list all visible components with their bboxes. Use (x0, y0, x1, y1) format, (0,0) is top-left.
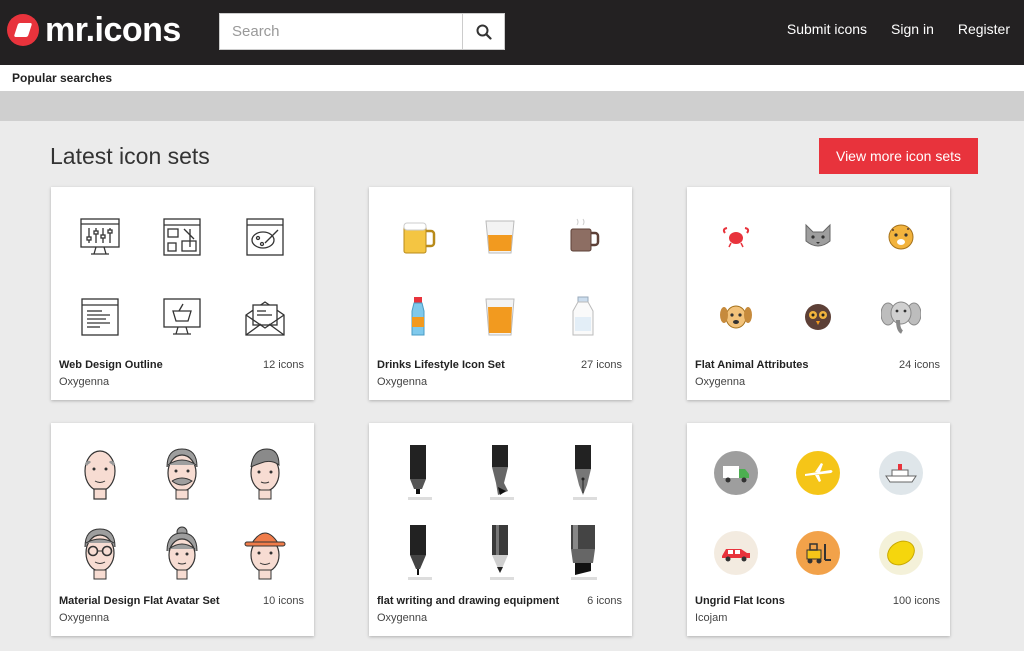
icon-preview-grid (59, 433, 306, 593)
fountain-pen-icon (572, 445, 597, 500)
juice-glass-icon (485, 298, 516, 336)
icon-set-card[interactable]: flat writing and drawing equipment 6 ico… (369, 423, 632, 636)
header-nav: Submit icons Sign in Register (787, 20, 1010, 38)
icon-set-card[interactable]: Drinks Lifestyle Icon Set 27 icons Oxyge… (369, 187, 632, 400)
forklift-icon (796, 531, 841, 575)
icon-preview-grid (695, 433, 942, 593)
card-author[interactable]: Oxygenna (695, 376, 745, 388)
card-title[interactable]: flat writing and drawing equipment (377, 595, 559, 607)
site-logo[interactable]: mr.icons (7, 12, 181, 48)
card-title[interactable]: Web Design Outline (59, 359, 163, 371)
search-box (219, 13, 505, 50)
icon-count: 12 icons (263, 359, 304, 371)
elephant-icon (880, 301, 921, 334)
coffee-mug-icon (570, 218, 600, 252)
card-title[interactable]: Material Design Flat Avatar Set (59, 595, 220, 607)
icon-set-card[interactable]: Flat Animal Attributes 24 icons Oxygenna (687, 187, 950, 400)
icon-set-card[interactable]: Material Design Flat Avatar Set 10 icons… (51, 423, 314, 636)
page-title: Latest icon sets (50, 143, 210, 169)
card-author[interactable]: Oxygenna (377, 376, 427, 388)
email-envelope-icon (245, 301, 285, 336)
icon-preview-grid (59, 197, 306, 357)
monitor-basket-icon (163, 298, 202, 335)
browser-wireframe-icon (163, 218, 202, 256)
marker-icon (408, 445, 433, 500)
card-author[interactable]: Icojam (695, 612, 727, 624)
ship-icon (878, 451, 923, 495)
icon-preview-grid (377, 197, 624, 357)
brush-pen-icon (490, 445, 515, 500)
search-input[interactable] (220, 14, 462, 49)
milk-bottle-icon (572, 296, 594, 336)
dog-icon (720, 305, 753, 329)
logo-text: mr.icons (45, 11, 181, 49)
fineliner-icon (408, 525, 433, 580)
bald-man-avatar-icon (84, 450, 116, 500)
monitor-sliders-icon (80, 218, 120, 255)
cheetah-icon (888, 224, 914, 250)
search-button[interactable] (462, 14, 504, 49)
view-more-icon-sets-button[interactable]: View more icon sets (819, 138, 978, 174)
popular-searches-label[interactable]: Popular searches (12, 71, 112, 85)
icon-set-card[interactable]: Ungrid Flat Icons 100 icons Icojam (687, 423, 950, 636)
whisky-glass-icon (485, 220, 516, 254)
popular-searches-tags-band (0, 91, 1024, 121)
card-title[interactable]: Ungrid Flat Icons (695, 595, 785, 607)
icon-count: 10 icons (263, 595, 304, 607)
soda-bottle-icon (411, 297, 425, 336)
register-link[interactable]: Register (958, 20, 1010, 38)
sign-in-link[interactable]: Sign in (891, 20, 934, 38)
card-author[interactable]: Oxygenna (377, 612, 427, 624)
mustache-man-avatar-icon (166, 448, 198, 500)
popular-searches-bar: Popular searches (0, 65, 1024, 91)
lemon-icon (878, 531, 923, 575)
glasses-man-avatar-icon (84, 528, 116, 580)
hat-man-avatar-icon (244, 532, 286, 580)
owl-icon (805, 304, 832, 330)
icon-count: 27 icons (581, 359, 622, 371)
logo-mark-icon (7, 14, 39, 46)
icon-count: 24 icons (899, 359, 940, 371)
truck-icon (714, 451, 759, 495)
card-title[interactable]: Drinks Lifestyle Icon Set (377, 359, 505, 371)
airplane-icon (796, 451, 841, 495)
card-author[interactable]: Oxygenna (59, 376, 109, 388)
highlighter-icon (570, 525, 597, 580)
young-man-avatar-icon (250, 448, 280, 500)
icon-preview-grid (377, 433, 624, 593)
icon-set-card[interactable]: Web Design Outline 12 icons Oxygenna (51, 187, 314, 400)
icon-count: 6 icons (587, 595, 622, 607)
card-author[interactable]: Oxygenna (59, 612, 109, 624)
top-header: mr.icons Submit icons Sign in Register (0, 0, 1024, 65)
old-woman-avatar-icon (166, 526, 198, 580)
submit-icons-link[interactable]: Submit icons (787, 20, 867, 38)
pencil-icon (490, 525, 515, 580)
beer-mug-icon (403, 222, 436, 254)
browser-text-icon (81, 298, 119, 336)
crab-icon (723, 227, 750, 248)
cat-icon (805, 223, 831, 247)
card-title[interactable]: Flat Animal Attributes (695, 359, 808, 371)
search-icon (476, 24, 492, 40)
browser-paint-icon (246, 218, 284, 256)
car-icon (714, 531, 759, 575)
icon-preview-grid (695, 197, 942, 357)
icon-count: 100 icons (892, 595, 940, 607)
